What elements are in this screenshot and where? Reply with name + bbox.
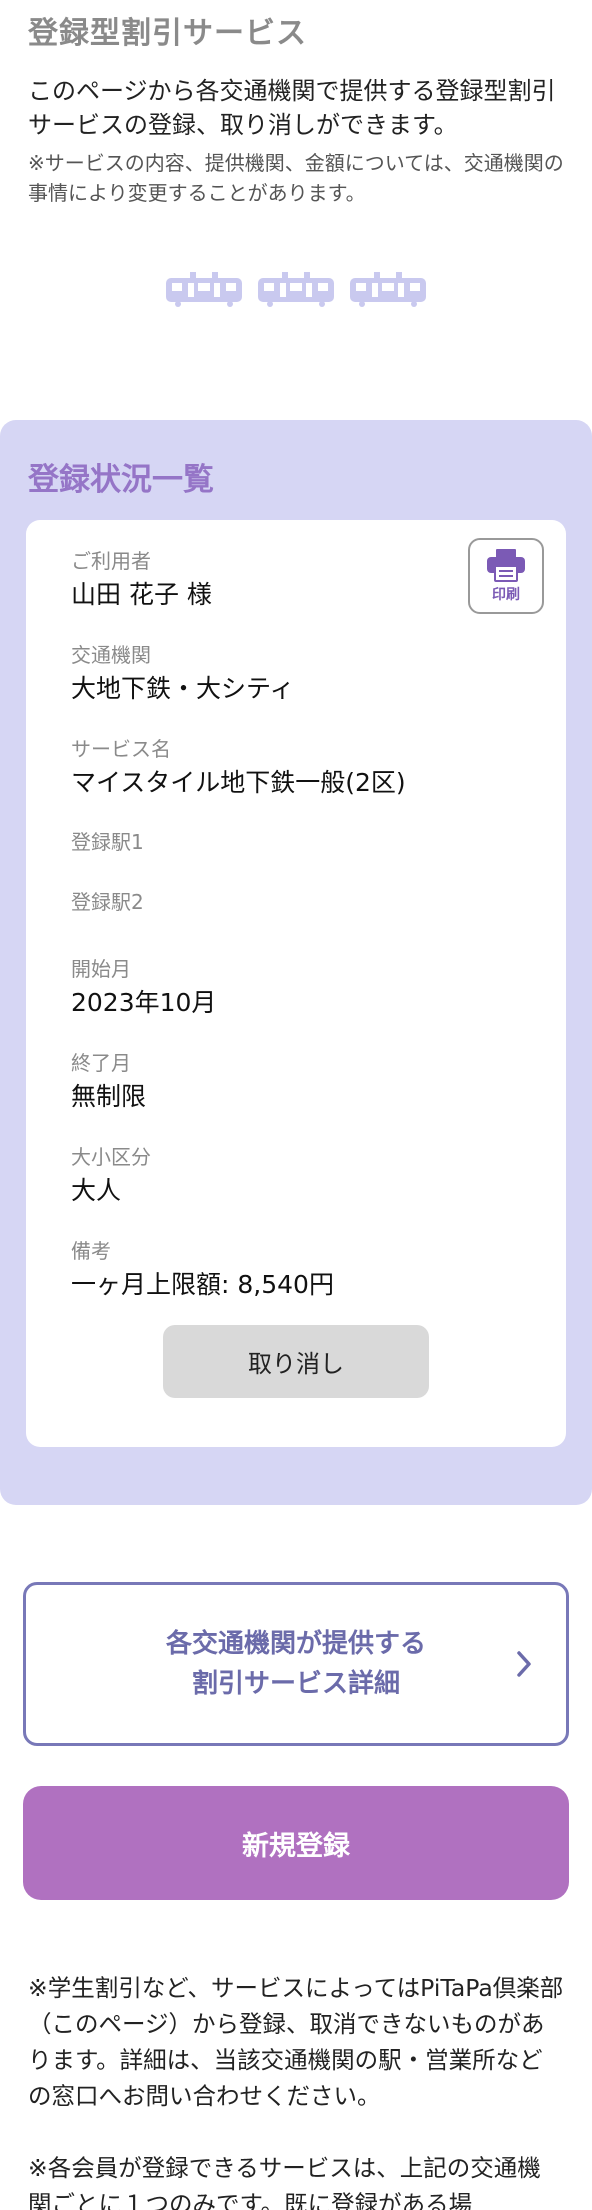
page-title: 登録型割引サービス <box>28 16 307 51</box>
field-value: 大人 <box>71 1176 122 1205</box>
train-illustration <box>28 270 564 308</box>
field-service-name: サービス名 マイスタイル地下鉄一般(2区) <box>71 736 491 800</box>
field-age-category: 大小区分 大人 <box>71 1144 491 1208</box>
footnote: ※学生割引など、サービスによってはPiTaPa倶楽部（このページ）から登録、取消… <box>28 1974 564 2110</box>
field-label: 備考 <box>71 1239 111 1263</box>
field-value: マイスタイル地下鉄一般(2区) <box>71 768 406 797</box>
field-station-2: 登録駅2 <box>71 889 491 919</box>
field-value: 一ヶ月上限額: 8,540円 <box>71 1270 334 1299</box>
header: 登録型割引サービス このページから各交通機関で提供する登録型割引サービスの登録、… <box>0 0 592 308</box>
field-label: ご利用者 <box>71 549 151 573</box>
field-station-1: 登録駅1 <box>71 829 491 859</box>
field-remarks: 備考 一ヶ月上限額: 8,540円 <box>71 1238 491 1302</box>
page: 登録型割引サービス このページから各交通機関で提供する登録型割引サービスの登録、… <box>0 0 592 2210</box>
service-details-label-line2: 割引サービス詳細 <box>191 1669 400 1699</box>
field-label: 登録駅2 <box>71 890 144 914</box>
train-icon <box>256 270 336 308</box>
field-end-month: 終了月 無制限 <box>71 1050 491 1114</box>
cancel-registration-button[interactable]: 取り消し <box>163 1325 429 1398</box>
footnotes: ※学生割引など、サービスによってはPiTaPa倶楽部（このページ）から登録、取消… <box>28 1970 564 2210</box>
train-icon <box>164 270 244 308</box>
service-details-label: 各交通機関が提供する 割引サービス詳細 <box>136 1624 456 1704</box>
field-label: サービス名 <box>71 737 171 761</box>
registration-status-section: 登録状況一覧 印刷 ご利用者 山田 花子 様 交通機関 大地下鉄・大シティ サー… <box>0 420 592 1505</box>
field-label: 終了月 <box>71 1051 131 1075</box>
print-label: 印刷 <box>492 587 520 603</box>
service-details-label-line1: 各交通機関が提供する <box>165 1629 426 1659</box>
field-value: 2023年10月 <box>71 988 217 1017</box>
note-text: ※サービスの内容、提供機関、金額については、交通機関の事情により変更することがあ… <box>28 151 564 205</box>
new-registration-button[interactable]: 新規登録 <box>23 1786 569 1900</box>
field-user: ご利用者 山田 花子 様 <box>71 548 491 612</box>
field-label: 登録駅1 <box>71 830 144 854</box>
chevron-right-icon <box>517 1651 531 1677</box>
field-label: 交通機関 <box>71 643 151 667</box>
field-transport-company: 交通機関 大地下鉄・大シティ <box>71 642 491 706</box>
field-label: 大小区分 <box>71 1145 151 1169</box>
service-details-button[interactable]: 各交通機関が提供する 割引サービス詳細 <box>23 1582 569 1746</box>
field-value: 無制限 <box>71 1082 147 1111</box>
status-section-title: 登録状況一覧 <box>28 462 214 498</box>
field-start-month: 開始月 2023年10月 <box>71 956 491 1020</box>
printer-icon <box>487 549 525 582</box>
intro-text: このページから各交通機関で提供する登録型割引サービスの登録、取り消しができます。 <box>28 77 556 139</box>
field-value: 大地下鉄・大シティ <box>71 674 295 703</box>
field-value: 山田 花子 様 <box>71 580 212 609</box>
field-label: 開始月 <box>71 957 131 981</box>
train-icon <box>348 270 428 308</box>
footnote: ※各会員が登録できるサービスは、上記の交通機関ごとに１つのみです。既に登録がある… <box>28 2154 541 2210</box>
registration-card: 印刷 ご利用者 山田 花子 様 交通機関 大地下鉄・大シティ サービス名 マイス… <box>26 520 566 1447</box>
